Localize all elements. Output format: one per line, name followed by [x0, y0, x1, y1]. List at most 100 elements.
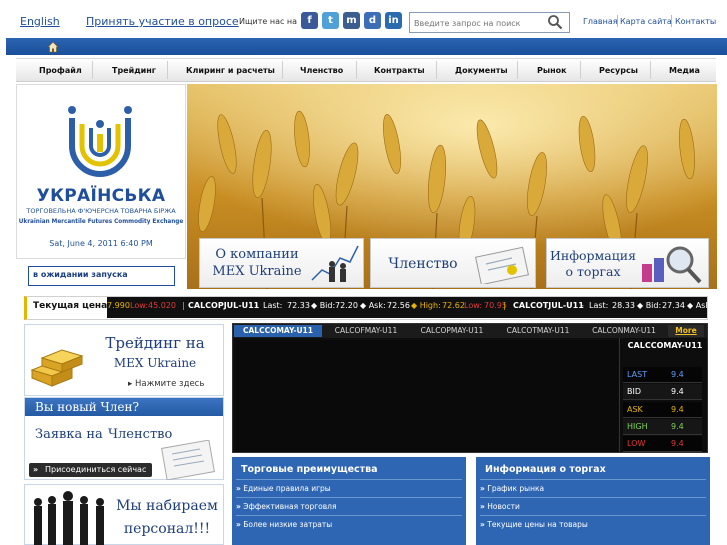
double-chevron-icon: » [236, 520, 241, 529]
quote-label: LAST [627, 370, 648, 379]
nav-item-profile[interactable]: Профайл [39, 66, 82, 75]
divider [480, 497, 706, 498]
divider [436, 61, 437, 79]
blue-strip [6, 38, 727, 55]
tab-calcotmay[interactable]: CALCOTMAY-U11 [496, 325, 580, 337]
quote-value: 9.4 [671, 387, 684, 396]
quote-row-low: LOW 9.4 [623, 436, 702, 452]
nav-item-resources[interactable]: Ресурсы [599, 66, 638, 75]
membership-button-label: Членство [388, 256, 458, 272]
trading-info-item-label: График рынка [487, 484, 545, 493]
nav-item-contracts[interactable]: Контракты [374, 66, 425, 75]
ticker-segment: Last: [589, 301, 609, 310]
quote-label: HIGH [627, 422, 648, 431]
ticker-segment: ◆ Ask: [360, 301, 386, 310]
language-link-english[interactable]: English [20, 15, 60, 28]
ticker-strip[interactable]: 7.990 Low: 45.020 | CALCOPJUL-U11 - Last… [107, 297, 707, 318]
delicious-icon[interactable]: d [364, 12, 381, 29]
tab-calconmay[interactable]: CALCONMAY-U11 [582, 325, 666, 337]
quote-row-high: HIGH 9.4 [623, 419, 702, 435]
ticker-segment: ◆ Bid: [637, 301, 662, 310]
nav-item-market[interactable]: Рынок [537, 66, 567, 75]
certificate-icon [475, 246, 529, 284]
facebook-icon[interactable]: f [301, 12, 318, 29]
home-link[interactable]: Главная [583, 17, 618, 26]
ticker-separator: | [182, 301, 185, 310]
ticker-symbol[interactable]: CALCOTJUL-U11 [513, 301, 584, 310]
advantage-item[interactable]: » Более низкие затраты [236, 520, 332, 529]
ticker-segment: 72.33 [287, 301, 310, 310]
divider [282, 61, 283, 79]
divider [671, 15, 672, 27]
nav-item-documents[interactable]: Документы [455, 66, 508, 75]
advantage-item-label: Более низкие затраты [243, 520, 333, 529]
divider [650, 61, 651, 79]
trading-info-line1: Информация [550, 248, 636, 263]
more-tabs-button[interactable]: More [668, 325, 704, 337]
contacts-link[interactable]: Контакты [675, 17, 716, 26]
myspace-icon[interactable]: m [343, 12, 360, 29]
nav-item-trading[interactable]: Трейдинг [112, 66, 156, 75]
trading-info-item-label: Новости [487, 502, 520, 511]
advantage-item-label: Единые правила игры [243, 484, 331, 493]
sitemap-link[interactable]: Карта сайта [620, 17, 672, 26]
trading-info-title: Информация о торгах [485, 464, 606, 475]
ticker-label: Текущая цена [33, 301, 108, 311]
double-chevron-icon: » [33, 465, 39, 474]
nav-item-media[interactable]: Медиа [669, 66, 700, 75]
membership-promo-title: Вы новый Член? [25, 398, 223, 416]
home-icon[interactable] [47, 41, 59, 53]
current-date: Sat, June 4, 2011 6:40 PM [49, 239, 153, 248]
nav-item-membership[interactable]: Членство [300, 66, 343, 75]
trading-info-item[interactable]: » Новости [480, 502, 520, 511]
ticker-segment: Last: [263, 301, 283, 310]
ticker-segment: 28.33 [612, 301, 635, 310]
divider [92, 61, 93, 79]
tab-calccomay[interactable]: CALCCOMAY-U11 [234, 325, 322, 337]
ticker-segment: - [581, 301, 584, 310]
divider [480, 479, 706, 480]
ticker-segment: 7.990 [107, 301, 130, 310]
quote-value: 9.4 [671, 439, 684, 448]
nav-item-clearing[interactable]: Клиринг и расчеты [186, 66, 275, 75]
divider [619, 338, 620, 453]
trading-info-item[interactable]: » Текущие цены на товары [480, 520, 588, 529]
quote-value: 9.4 [671, 422, 684, 431]
ticker-segment: ◆ Bid: [311, 301, 336, 310]
search-icon[interactable] [547, 14, 563, 30]
exchange-logo[interactable] [64, 104, 136, 180]
ticker-segment: 72.56 [387, 301, 410, 310]
tab-calcofmay[interactable]: CALCOFMAY-U11 [324, 325, 408, 337]
careers-promo-line1: Мы набираем [116, 498, 218, 514]
ticker-segment: Low: [464, 301, 483, 310]
ticker-segment: 72.62 [442, 301, 465, 310]
divider [236, 515, 462, 516]
search-input[interactable] [414, 17, 539, 29]
careers-promo-line2: персонал!!! [123, 521, 211, 537]
trading-promo-line2: MEX Ukraine [113, 356, 197, 370]
advantage-item[interactable]: » Единые правила игры [236, 484, 331, 493]
linkedin-icon[interactable]: in [385, 12, 402, 29]
quote-value: 9.4 [671, 405, 684, 414]
divider [167, 61, 168, 79]
twitter-icon[interactable]: t [322, 12, 339, 29]
find-us-label: Ищите нас на [239, 17, 298, 26]
quote-row-last: LAST 9.4 [623, 367, 702, 383]
ticker-symbol[interactable]: CALCOPJUL-U11 [188, 301, 259, 310]
ticker-segment: ◆ High: [411, 301, 441, 310]
about-company-line2: MEX Ukraine [212, 264, 302, 279]
double-chevron-icon: » [236, 484, 241, 493]
application-form-icon [161, 440, 215, 480]
advantage-item[interactable]: » Эффективная торговля [236, 502, 337, 511]
quote-label: ASK [627, 405, 643, 414]
double-chevron-icon: » [480, 484, 485, 493]
gold-bars-icon [30, 349, 84, 387]
trading-info-item[interactable]: » График рынка [480, 484, 544, 493]
trading-advantages-title: Торговые преимущества [241, 464, 378, 475]
trading-promo-cta[interactable]: ▸ Нажмите здесь [128, 379, 204, 389]
logo-subtitle-en: Ukrainian Mercantile Futures Commodity E… [18, 219, 184, 225]
tab-calcopmay[interactable]: CALCOPMAY-U11 [410, 325, 494, 337]
logo-subtitle-ua: ТОРГОВЕЛЬНА Ф'ЮЧЕРСНА ТОВАРНА БІРЖА [26, 207, 176, 215]
quote-symbol-title: CALCCOMAY-U11 [627, 341, 703, 350]
survey-link[interactable]: Принять участие в опросе [86, 15, 239, 28]
